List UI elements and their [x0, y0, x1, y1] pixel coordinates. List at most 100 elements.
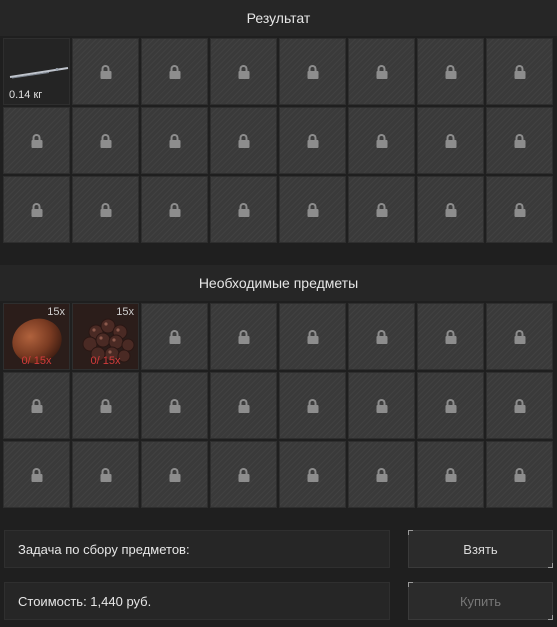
lock-icon	[169, 133, 180, 148]
locked-slot	[210, 441, 277, 508]
lock-icon	[514, 467, 525, 482]
lock-icon	[514, 329, 525, 344]
locked-slot	[141, 441, 208, 508]
locked-slot	[279, 441, 346, 508]
lock-icon	[376, 133, 387, 148]
lock-icon	[31, 133, 42, 148]
lock-icon	[376, 329, 387, 344]
required-items-title: Необходимые предметы	[0, 265, 557, 301]
task-collect-items: Задача по сбору предметов:	[4, 530, 390, 568]
locked-slot	[210, 372, 277, 439]
collected-progress: 0/ 15x	[21, 355, 52, 367]
lock-icon	[307, 329, 318, 344]
lock-icon	[238, 133, 249, 148]
locked-slot	[279, 176, 346, 243]
locked-slot	[141, 38, 208, 105]
locked-slot	[72, 38, 139, 105]
locked-slot	[486, 107, 553, 174]
lock-icon	[445, 202, 456, 217]
locked-slot	[417, 38, 484, 105]
lock-icon	[169, 64, 180, 79]
lock-icon	[169, 467, 180, 482]
lock-icon	[307, 133, 318, 148]
required-items-grid: 15x 0/ 15x 15x 0/ 15x	[3, 303, 553, 508]
locked-slot	[417, 107, 484, 174]
locked-slot	[3, 107, 70, 174]
locked-slot	[210, 176, 277, 243]
lock-icon	[100, 398, 111, 413]
locked-slot	[141, 372, 208, 439]
locked-slot	[348, 372, 415, 439]
take-button[interactable]: Взять	[408, 530, 553, 568]
locked-slot	[141, 107, 208, 174]
locked-slot	[72, 372, 139, 439]
buy-button-label: Купить	[459, 593, 502, 609]
locked-slot	[210, 107, 277, 174]
locked-slot	[486, 441, 553, 508]
cost-display: Стоимость: 1,440 руб.	[4, 582, 390, 620]
lock-icon	[169, 398, 180, 413]
required-item-slot[interactable]: 15x 0/ 15x	[72, 303, 139, 370]
lock-icon	[307, 467, 318, 482]
lock-icon	[100, 64, 111, 79]
lock-icon	[238, 329, 249, 344]
lock-icon	[445, 467, 456, 482]
rod-icon	[9, 67, 69, 79]
lock-icon	[376, 202, 387, 217]
lock-icon	[514, 64, 525, 79]
lock-icon	[238, 64, 249, 79]
lock-icon	[514, 398, 525, 413]
locked-slot	[417, 303, 484, 370]
locked-slot	[3, 372, 70, 439]
result-section-title: Результат	[0, 0, 557, 36]
locked-slot	[417, 441, 484, 508]
lock-icon	[238, 467, 249, 482]
locked-slot	[486, 176, 553, 243]
locked-slot	[348, 303, 415, 370]
collected-progress: 0/ 15x	[90, 355, 121, 367]
lock-icon	[307, 398, 318, 413]
locked-slot	[486, 38, 553, 105]
locked-slot	[279, 38, 346, 105]
required-item-slot[interactable]: 15x 0/ 15x	[3, 303, 70, 370]
item-weight: 0.14 кг	[9, 89, 43, 101]
result-item-slot[interactable]: 0.14 кг	[3, 38, 70, 105]
lock-icon	[514, 202, 525, 217]
lock-icon	[445, 64, 456, 79]
lock-icon	[169, 329, 180, 344]
lock-icon	[100, 133, 111, 148]
lock-icon	[100, 467, 111, 482]
required-count: 15x	[116, 306, 134, 318]
locked-slot	[210, 38, 277, 105]
locked-slot	[279, 303, 346, 370]
lock-icon	[238, 202, 249, 217]
locked-slot	[417, 372, 484, 439]
lock-icon	[238, 398, 249, 413]
lock-icon	[100, 202, 111, 217]
lock-icon	[376, 398, 387, 413]
locked-slot	[348, 441, 415, 508]
locked-slot	[3, 176, 70, 243]
lock-icon	[445, 398, 456, 413]
locked-slot	[486, 303, 553, 370]
result-grid: 0.14 кг	[3, 38, 553, 243]
lock-icon	[31, 398, 42, 413]
lock-icon	[31, 467, 42, 482]
required-count: 15x	[47, 306, 65, 318]
buy-button[interactable]: Купить	[408, 582, 553, 620]
cost-label: Стоимость: 1,440 руб.	[18, 593, 152, 609]
lock-icon	[376, 64, 387, 79]
locked-slot	[141, 303, 208, 370]
locked-slot	[279, 372, 346, 439]
lock-icon	[307, 202, 318, 217]
locked-slot	[486, 372, 553, 439]
lock-icon	[376, 467, 387, 482]
locked-slot	[72, 441, 139, 508]
lock-icon	[514, 133, 525, 148]
locked-slot	[417, 176, 484, 243]
locked-slot	[72, 107, 139, 174]
locked-slot	[3, 441, 70, 508]
locked-slot	[72, 176, 139, 243]
locked-slot	[348, 107, 415, 174]
lock-icon	[307, 64, 318, 79]
